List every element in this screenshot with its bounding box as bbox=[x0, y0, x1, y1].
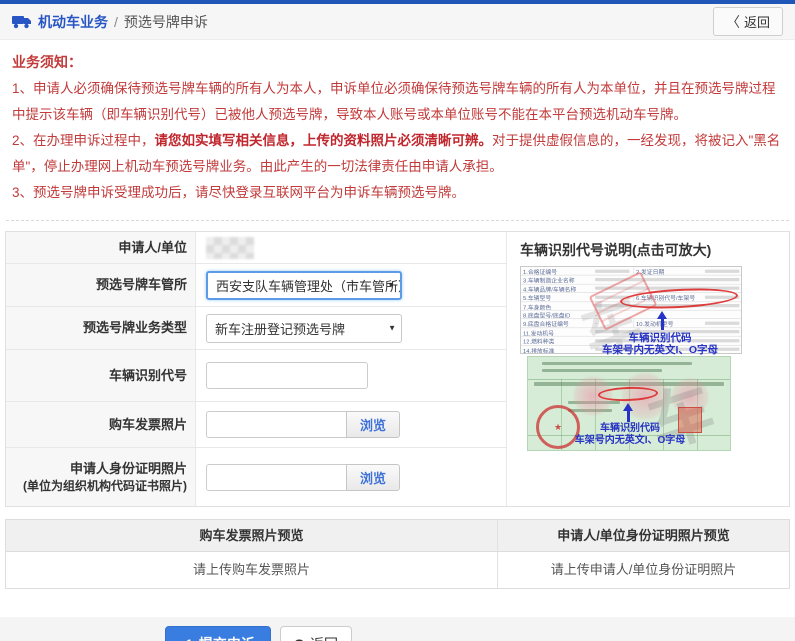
submit-appeal-label: 提交申诉 bbox=[199, 634, 255, 641]
chevron-left-icon: 〈 bbox=[726, 15, 740, 29]
import-certificate-image: 车 ★ 车辆识别代码 车架号内无英文I、O字母 bbox=[527, 356, 731, 451]
page-header: 机动车业务 / 预选号牌申诉 〈 返回 bbox=[0, 4, 795, 40]
action-bar: ✔ 提交申诉 C 返回 bbox=[0, 617, 795, 641]
return-label: 返回 bbox=[310, 634, 338, 641]
return-button[interactable]: C 返回 bbox=[280, 626, 352, 641]
id-file-input[interactable] bbox=[206, 464, 346, 491]
applicant-label: 申请人/单位 bbox=[6, 232, 196, 263]
check-icon: ✔ bbox=[181, 636, 192, 641]
breadcrumb-section[interactable]: 机动车业务 bbox=[38, 12, 108, 32]
row-office: 预选号牌车管所 西安支队车辆管理处（市车管所） ▼ bbox=[6, 264, 506, 307]
preview-header-row: 购车发票照片预览 申请人/单位身份证明照片预览 bbox=[6, 520, 789, 552]
row-invoice-photo: 购车发票照片 浏览 bbox=[6, 402, 506, 448]
chevron-down-icon: ▼ bbox=[388, 324, 396, 333]
vehicle-icon bbox=[12, 15, 32, 29]
vin-guide-title: 车辆识别代号说明(点击可放大) bbox=[520, 240, 779, 260]
vin-guide-panel: 车辆识别代号说明(点击可放大) 1.合格证编号2.发证日期3.车辆制造企业名称4… bbox=[506, 232, 789, 506]
vin-annotation: 车辆识别代码 车架号内无英文I、O字母 bbox=[528, 423, 731, 447]
vin-guide-image[interactable]: 1.合格证编号2.发证日期3.车辆制造企业名称4.车辆品牌/车辆名称5.车辆型号… bbox=[520, 266, 746, 451]
breadcrumb-current: 预选号牌申诉 bbox=[124, 12, 208, 32]
row-id-photo: 申请人身份证明照片 (单位为组织机构代码证书照片) 浏览 bbox=[6, 448, 506, 506]
office-label: 预选号牌车管所 bbox=[6, 264, 196, 306]
invoice-preview-header: 购车发票照片预览 bbox=[6, 520, 498, 551]
invoice-photo-label: 购车发票照片 bbox=[6, 402, 196, 447]
id-preview-placeholder: 请上传申请人/单位身份证明照片 bbox=[498, 552, 789, 588]
row-biz-type: 预选号牌业务类型 新车注册登记预选号牌 ▼ bbox=[6, 307, 506, 350]
notice-line-3: 3、预选号牌申诉受理成功后，请尽快登录互联网平台为申诉车辆预选号牌。 bbox=[12, 180, 783, 206]
back-button[interactable]: 〈 返回 bbox=[713, 7, 783, 36]
row-vin: 车辆识别代号 bbox=[6, 350, 506, 402]
vin-annotation: 车辆识别代码 车架号内无英文I、O字母 bbox=[560, 332, 760, 356]
biz-type-label: 预选号牌业务类型 bbox=[6, 307, 196, 349]
office-select-value: 西安支队车辆管理处（市车管所） bbox=[216, 276, 402, 295]
preview-table: 购车发票照片预览 申请人/单位身份证明照片预览 请上传购车发票照片 请上传申请人… bbox=[5, 519, 790, 589]
id-browse-button[interactable]: 浏览 bbox=[346, 464, 400, 491]
biz-type-select-value: 新车注册登记预选号牌 bbox=[215, 319, 345, 338]
notice-title: 业务须知： bbox=[12, 52, 783, 72]
appeal-form: 申请人/单位 预选号牌车管所 西安支队车辆管理处（市车管所） ▼ 预选号牌业务类… bbox=[5, 231, 790, 507]
chevron-down-icon: ▼ bbox=[387, 281, 395, 290]
arrow-up-icon bbox=[657, 311, 667, 330]
refresh-icon: C bbox=[294, 636, 304, 641]
submit-appeal-button[interactable]: ✔ 提交申诉 bbox=[165, 626, 271, 641]
notice-line-1: 1、申请人必须确保待预选号牌车辆的所有人为本人，申诉单位必须确保待预选号牌车辆的… bbox=[12, 76, 783, 128]
section-divider bbox=[6, 220, 789, 221]
preview-body-row: 请上传购车发票照片 请上传申请人/单位身份证明照片 bbox=[6, 552, 789, 588]
invoice-browse-button[interactable]: 浏览 bbox=[346, 411, 400, 438]
id-preview-header: 申请人/单位身份证明照片预览 bbox=[498, 520, 789, 551]
id-photo-sublabel: (单位为组织机构代码证书照片) bbox=[23, 478, 187, 494]
biz-type-select[interactable]: 新车注册登记预选号牌 ▼ bbox=[206, 314, 402, 343]
notice-line-2: 2、在办理申诉过程中，请您如实填写相关信息，上传的资料照片必须清晰可辨。对于提供… bbox=[12, 128, 783, 180]
form-fields: 申请人/单位 预选号牌车管所 西安支队车辆管理处（市车管所） ▼ 预选号牌业务类… bbox=[6, 232, 506, 506]
vin-input[interactable] bbox=[206, 362, 368, 389]
invoice-file-input[interactable] bbox=[206, 411, 346, 438]
applicant-value-redacted bbox=[206, 237, 254, 259]
id-photo-label: 申请人身份证明照片 bbox=[70, 460, 187, 478]
breadcrumb-separator: / bbox=[114, 14, 118, 30]
row-applicant: 申请人/单位 bbox=[6, 232, 506, 264]
vin-label: 车辆识别代号 bbox=[6, 350, 196, 401]
breadcrumb: 机动车业务 / 预选号牌申诉 bbox=[12, 12, 208, 32]
back-button-label: 返回 bbox=[744, 12, 770, 31]
id-file-picker: 浏览 bbox=[206, 464, 400, 491]
arrow-up-icon bbox=[623, 403, 633, 422]
notice-section: 业务须知： 1、申请人必须确保待预选号牌车辆的所有人为本人，申诉单位必须确保待预… bbox=[0, 40, 795, 212]
office-select[interactable]: 西安支队车辆管理处（市车管所） ▼ bbox=[206, 271, 402, 300]
invoice-file-picker: 浏览 bbox=[206, 411, 400, 438]
invoice-preview-placeholder: 请上传购车发票照片 bbox=[6, 552, 498, 588]
